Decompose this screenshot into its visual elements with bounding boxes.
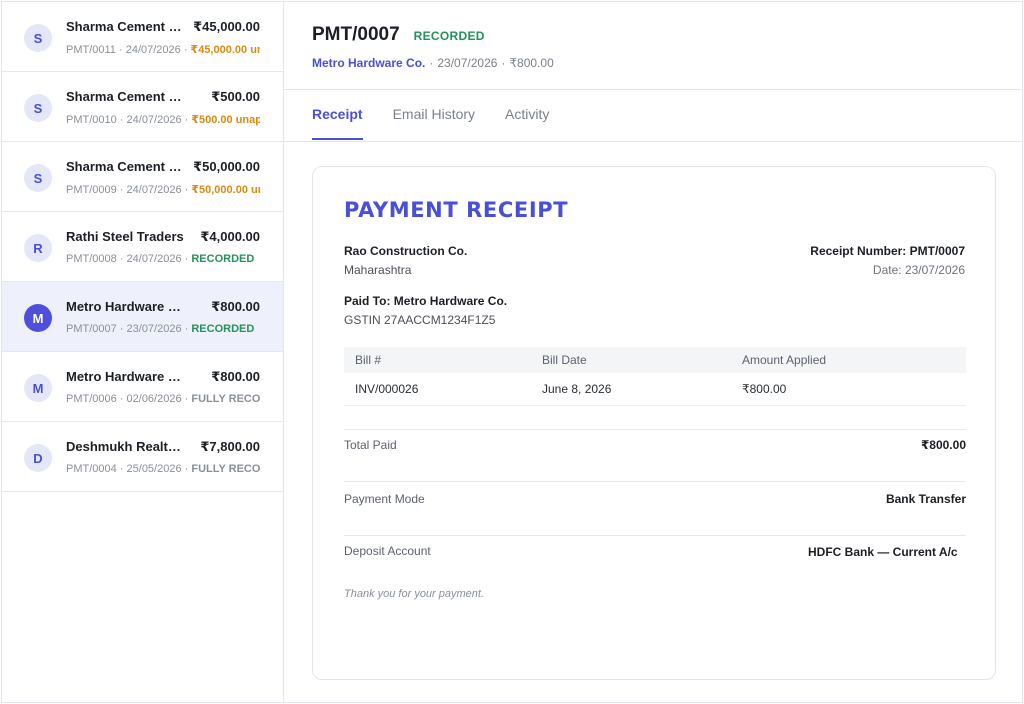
payment-meta: PMT/0008 · 24/07/2026 · xyxy=(66,253,192,265)
payment-amount: ₹800.00 xyxy=(211,299,260,314)
payment-mode-row: Payment Mode Bank Transfer xyxy=(344,481,966,506)
status-badge: ₹45,000.00 unapplied xyxy=(190,44,260,56)
status-badge: RECORDED xyxy=(413,29,485,43)
payment-mode-label: Payment Mode xyxy=(344,492,425,506)
total-paid-value: ₹800.00 xyxy=(920,438,966,452)
payment-date: 23/07/2026 xyxy=(437,56,498,70)
bill-date: June 8, 2026 xyxy=(531,373,731,406)
amount-applied: ₹800.00 xyxy=(731,373,966,406)
page-title: PMT/0007 xyxy=(312,24,400,45)
payment-amount: ₹800.00 xyxy=(211,369,260,384)
party-name: Sharma Cement Works xyxy=(66,89,186,104)
avatar: M xyxy=(24,304,52,332)
receipt-date: Date: 23/07/2026 xyxy=(872,263,965,277)
payment-amount: ₹500.00 xyxy=(211,89,260,104)
tab-bar: Receipt Email History Activity xyxy=(284,90,1022,142)
avatar: M xyxy=(24,374,52,402)
payment-mode-value: Bank Transfer xyxy=(885,492,966,506)
bills-table: Bill # Bill Date Amount Applied INV/0000… xyxy=(344,347,966,406)
app-window: S Sharma Cement Works ₹45,000.00 PMT/0011… xyxy=(1,1,1023,703)
payment-meta: PMT/0009 · 24/07/2026 · xyxy=(66,184,192,196)
payment-list-item[interactable]: S Sharma Cement Works ₹45,000.00 PMT/0011… xyxy=(2,2,283,72)
payment-receipt-card: PAYMENT RECEIPT Rao Construction Co. Mah… xyxy=(312,166,996,680)
payment-list: S Sharma Cement Works ₹45,000.00 PMT/0011… xyxy=(2,2,284,702)
deposit-account-label: Deposit Account xyxy=(344,544,431,558)
payment-list-item[interactable]: D Deshmukh Realty Ltd. ₹7,800.00 PMT/0004… xyxy=(2,422,283,492)
party-name: Deshmukh Realty Ltd. xyxy=(66,439,186,454)
company-block: Rao Construction Co. Maharashtra xyxy=(344,244,467,277)
party-name: Metro Hardware Co. xyxy=(66,369,186,384)
payment-meta: PMT/0010 · 24/07/2026 · xyxy=(66,114,192,126)
tab-receipt[interactable]: Receipt xyxy=(312,90,363,142)
bill-number: INV/000026 xyxy=(344,373,531,406)
avatar: R xyxy=(24,234,52,262)
total-paid-label: Total Paid xyxy=(344,438,397,452)
status-badge: ₹50,000.00 unapplied xyxy=(191,184,260,196)
table-row: INV/000026 June 8, 2026 ₹800.00 xyxy=(344,373,966,406)
company-state: Maharashtra xyxy=(344,263,412,277)
status-badge: FULLY RECONCILED xyxy=(191,463,260,475)
payment-list-item-selected[interactable]: M Metro Hardware Co. ₹800.00 PMT/0007 · 2… xyxy=(2,282,283,352)
payment-amount: ₹800.00 xyxy=(509,56,554,70)
deposit-account-value: HDFC Bank — Current A/c xyxy=(808,545,958,559)
column-header: Amount Applied xyxy=(731,347,966,373)
payment-amount: ₹4,000.00 xyxy=(200,229,260,244)
payment-detail-pane: PMT/0007 RECORDED Metro Hardware Co. · 23/… xyxy=(284,2,1022,702)
payment-meta: PMT/0007 · 23/07/2026 · xyxy=(66,323,192,335)
vendor-gstin: GSTIN 27AACCM1234F1Z5 xyxy=(344,313,496,327)
total-paid-row: Total Paid ₹800.00 xyxy=(344,429,966,452)
avatar: S xyxy=(24,24,52,52)
party-name: Rathi Steel Traders xyxy=(66,229,184,244)
status-badge: RECORDED xyxy=(191,323,255,335)
payment-list-item[interactable]: R Rathi Steel Traders ₹4,000.00 PMT/0008 … xyxy=(2,212,283,282)
avatar: D xyxy=(24,444,52,472)
tab-activity[interactable]: Activity xyxy=(505,90,549,142)
status-badge: RECORDED xyxy=(191,253,255,265)
avatar: S xyxy=(24,164,52,192)
receipt-title: PAYMENT RECEIPT xyxy=(344,198,569,222)
status-badge: ₹500.00 unapplied xyxy=(191,114,260,126)
deposit-account-row: Deposit Account HDFC Bank — Current A/c xyxy=(344,535,966,559)
paid-to-block: Paid To: Metro Hardware Co. GSTIN 27AACC… xyxy=(344,294,507,327)
payment-amount: ₹50,000.00 xyxy=(193,159,260,174)
separator: · xyxy=(501,56,506,70)
separator: · xyxy=(429,56,434,70)
payment-amount: ₹7,800.00 xyxy=(200,439,260,454)
paid-to-name: Paid To: Metro Hardware Co. xyxy=(344,294,508,308)
party-name: Sharma Cement Works xyxy=(66,159,186,174)
payment-meta: PMT/0006 · 02/06/2026 · xyxy=(66,393,192,405)
payment-list-item[interactable]: S Sharma Cement Works ₹50,000.00 PMT/0009… xyxy=(2,142,283,212)
payment-list-item[interactable]: M Metro Hardware Co. ₹800.00 PMT/0006 · 0… xyxy=(2,352,283,422)
status-badge: FULLY RECONCILED xyxy=(191,393,260,405)
detail-header: PMT/0007 RECORDED Metro Hardware Co. · 23/… xyxy=(284,2,1022,90)
payment-list-item[interactable]: S Sharma Cement Works ₹500.00 PMT/0010 · … xyxy=(2,72,283,142)
payment-amount: ₹45,000.00 xyxy=(193,19,260,34)
party-name: Metro Hardware Co. xyxy=(66,299,186,314)
receipt-meta: Receipt Number: PMT/0007 Date: 23/07/202… xyxy=(810,244,965,277)
column-header: Bill # xyxy=(344,347,531,373)
payment-meta: PMT/0004 · 25/05/2026 · xyxy=(66,463,192,475)
party-name: Sharma Cement Works xyxy=(66,19,186,34)
receipt-number: Receipt Number: PMT/0007 xyxy=(810,244,965,258)
tab-email-history[interactable]: Email History xyxy=(393,90,475,142)
vendor-link[interactable]: Metro Hardware Co. xyxy=(312,56,425,70)
column-header: Bill Date xyxy=(531,347,731,373)
avatar: S xyxy=(24,94,52,122)
payment-meta: PMT/0011 · 24/07/2026 · xyxy=(66,44,191,56)
thank-you-note: Thank you for your payment. xyxy=(344,588,485,600)
company-name: Rao Construction Co. xyxy=(344,244,468,258)
